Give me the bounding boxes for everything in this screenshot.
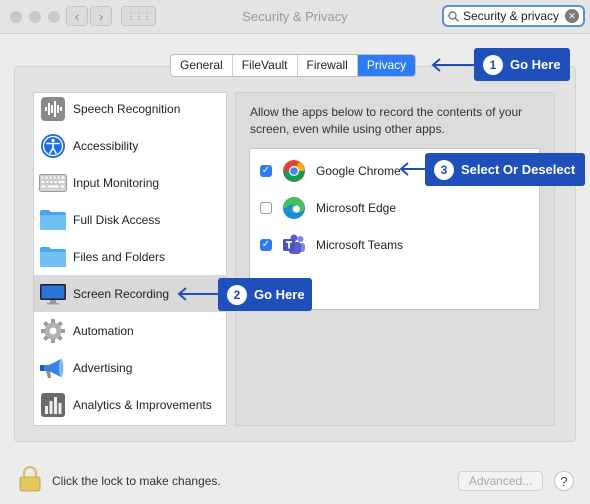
app-checkbox-google-chrome[interactable]: ✓ (260, 164, 272, 177)
lock-icon[interactable] (19, 465, 41, 492)
lock-message: Click the lock to make changes. (52, 474, 221, 488)
tab-bar: General FileVault Firewall Privacy (170, 54, 417, 77)
callout-2-arrow (177, 287, 220, 301)
sidebar-item-label: Advertising (73, 360, 133, 375)
waveform-icon (39, 95, 67, 123)
keyboard-icon (39, 169, 67, 197)
sidebar-item-label: Files and Folders (73, 249, 166, 264)
advanced-button[interactable]: Advanced... (458, 471, 543, 491)
sidebar-item-files-and-folders[interactable]: Files and Folders (34, 238, 226, 275)
callout-text: Go Here (254, 287, 305, 302)
edge-icon (282, 196, 306, 220)
sidebar-item-label: Input Monitoring (73, 175, 160, 190)
analytics-icon (39, 391, 67, 419)
sidebar-item-input-monitoring[interactable]: Input Monitoring (34, 164, 226, 201)
list-item-microsoft-teams: ✓ Microsoft Teams (250, 226, 539, 263)
app-checkbox-microsoft-edge[interactable] (260, 201, 272, 214)
app-name: Microsoft Teams (316, 237, 404, 252)
sidebar-item-label: Full Disk Access (73, 212, 161, 227)
teams-icon (282, 233, 306, 257)
search-icon (448, 10, 459, 22)
callout-text: Go Here (510, 57, 561, 72)
gear-icon (39, 317, 67, 345)
clear-search-icon[interactable]: ✕ (565, 9, 579, 23)
callout-number: 2 (227, 284, 247, 305)
callout-3-arrow (399, 162, 426, 176)
tab-filevault[interactable]: FileVault (233, 55, 298, 76)
tab-general[interactable]: General (171, 55, 233, 76)
tab-firewall[interactable]: Firewall (298, 55, 358, 76)
tab-privacy[interactable]: Privacy (357, 55, 416, 76)
sidebar-item-label: Automation (73, 323, 134, 338)
sidebar-item-label: Speech Recognition (73, 101, 181, 116)
sidebar-item-accessibility[interactable]: Accessibility (34, 127, 226, 164)
callout-number: 1 (483, 54, 503, 75)
sidebar-item-automation[interactable]: Automation (34, 312, 226, 349)
folder-icon (39, 206, 67, 234)
search-field[interactable]: Security & privacy ✕ (442, 5, 585, 27)
list-item-microsoft-edge: Microsoft Edge (250, 189, 539, 226)
app-name: Microsoft Edge (316, 200, 397, 215)
sidebar-item-label: Screen Recording (73, 286, 170, 301)
sidebar-item-advertising[interactable]: Advertising (34, 349, 226, 386)
accessibility-icon (39, 132, 67, 160)
sidebar-item-full-disk-access[interactable]: Full Disk Access (34, 201, 226, 238)
callout-1: 1 Go Here (474, 48, 570, 81)
privacy-sidebar: Speech Recognition Accessibility Input M… (33, 92, 227, 426)
folder-icon (39, 243, 67, 271)
callout-text: Select Or Deselect (461, 162, 576, 177)
display-icon (39, 280, 67, 308)
megaphone-icon (39, 354, 67, 382)
chrome-icon (282, 159, 306, 183)
callout-2: 2 Go Here (218, 278, 312, 311)
sidebar-item-analytics-improvements[interactable]: Analytics & Improvements (34, 386, 226, 423)
app-name: Google Chrome (316, 163, 401, 178)
sidebar-item-label: Accessibility (73, 138, 139, 153)
sidebar-item-label: Analytics & Improvements (73, 397, 212, 412)
callout-3: 3 Select Or Deselect (425, 153, 585, 186)
app-checkbox-microsoft-teams[interactable]: ✓ (260, 238, 272, 251)
panel-description: Allow the apps below to record the conte… (250, 105, 523, 136)
help-button[interactable]: ? (554, 471, 574, 491)
search-input[interactable]: Security & privacy (463, 9, 565, 23)
callout-1-arrow (431, 58, 474, 72)
sidebar-item-speech-recognition[interactable]: Speech Recognition (34, 93, 226, 127)
callout-number: 3 (434, 159, 454, 180)
